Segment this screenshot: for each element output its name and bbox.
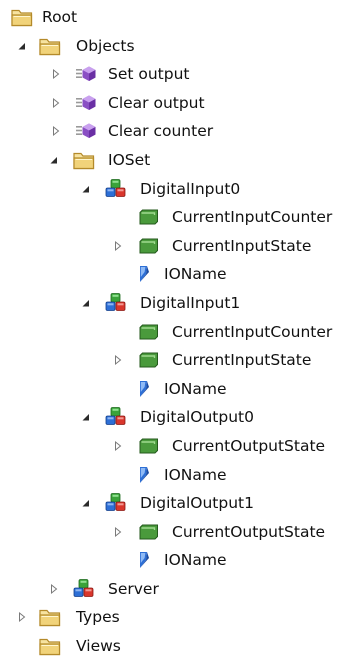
tree-node-label: Clear counter (108, 122, 214, 141)
collapsed-arrow-icon[interactable] (112, 353, 124, 367)
method-icon (74, 63, 98, 85)
collapsed-arrow-icon[interactable] (50, 67, 62, 81)
tree-node-label: Views (76, 637, 121, 656)
folder-icon (10, 6, 34, 28)
tree-node-clear-counter[interactable]: Clear counter (0, 117, 353, 146)
folder-icon (38, 35, 62, 57)
tree-node-label: Types (76, 608, 120, 627)
tree-node-current-input-state[interactable]: CurrentInputState (0, 232, 353, 261)
tree-node-root[interactable]: Root (0, 3, 353, 32)
tree-node-label: DigitalOutput1 (140, 494, 254, 513)
property-icon (134, 549, 158, 571)
tree-node-label: IOName (164, 465, 227, 484)
collapsed-arrow-icon[interactable] (50, 96, 62, 110)
variable-icon (136, 349, 160, 371)
tree-node-label: IOName (164, 551, 227, 570)
collapsed-arrow-icon[interactable] (112, 239, 124, 253)
property-icon (134, 464, 158, 486)
collapsed-arrow-icon[interactable] (16, 610, 28, 624)
tree-node-digital-input-1[interactable]: DigitalInput1 (0, 289, 353, 318)
object-icon (72, 578, 96, 600)
tree-node-current-input-counter[interactable]: CurrentInputCounter (0, 203, 353, 232)
expanded-arrow-icon[interactable] (80, 182, 92, 196)
variable-icon (136, 435, 160, 457)
tree-node-io-name[interactable]: IOName (0, 546, 353, 575)
tree-node-label: Set output (108, 65, 190, 84)
tree-node-label: Clear output (108, 93, 205, 112)
tree-node-current-input-counter[interactable]: CurrentInputCounter (0, 318, 353, 347)
method-icon (74, 120, 98, 142)
tree-node-current-input-state[interactable]: CurrentInputState (0, 346, 353, 375)
tree-node-digital-output-1[interactable]: DigitalOutput1 (0, 489, 353, 518)
tree-node-server[interactable]: Server (0, 575, 353, 604)
variable-icon (136, 206, 160, 228)
object-icon (104, 492, 128, 514)
tree-node-label: DigitalOutput0 (140, 408, 254, 427)
tree-node-label: Root (42, 8, 78, 26)
collapsed-arrow-icon[interactable] (50, 124, 62, 138)
tree-node-digital-output-0[interactable]: DigitalOutput0 (0, 403, 353, 432)
tree-node-digital-input-0[interactable]: DigitalInput0 (0, 175, 353, 204)
tree-node-label: Server (108, 579, 159, 598)
object-icon (104, 406, 128, 428)
tree-node-label: IOName (164, 265, 227, 284)
object-icon (104, 292, 128, 314)
property-icon (134, 378, 158, 400)
tree-node-current-output-state[interactable]: CurrentOutputState (0, 432, 353, 461)
tree-node-label: DigitalInput1 (140, 293, 241, 312)
tree-node-io-name[interactable]: IOName (0, 260, 353, 289)
expanded-arrow-icon[interactable] (80, 296, 92, 310)
tree-node-label: CurrentInputCounter (172, 322, 333, 341)
object-icon (104, 178, 128, 200)
tree-node-io-name[interactable]: IOName (0, 461, 353, 490)
variable-icon (136, 521, 160, 543)
property-icon (134, 263, 158, 285)
method-icon (74, 92, 98, 114)
variable-icon (136, 235, 160, 257)
tree-node-io-name[interactable]: IOName (0, 375, 353, 404)
expanded-arrow-icon[interactable] (48, 153, 60, 167)
collapsed-arrow-icon[interactable] (112, 439, 124, 453)
tree-node-set-output[interactable]: Set output (0, 60, 353, 89)
folder-icon (72, 149, 96, 171)
folder-icon (38, 606, 62, 628)
folder-icon (38, 635, 62, 657)
collapsed-arrow-icon[interactable] (48, 582, 60, 596)
variable-icon (136, 321, 160, 343)
tree-node-label: CurrentInputState (172, 236, 312, 255)
tree-node-views[interactable]: Views (0, 632, 353, 661)
tree-node-label: DigitalInput0 (140, 179, 241, 198)
tree-node-objects[interactable]: Objects (0, 32, 353, 61)
tree-node-label: IOName (164, 379, 227, 398)
tree-node-clear-output[interactable]: Clear output (0, 89, 353, 118)
collapsed-arrow-icon[interactable] (112, 525, 124, 539)
tree-node-label: CurrentInputState (172, 351, 312, 370)
tree-node-current-output-state[interactable]: CurrentOutputState (0, 518, 353, 547)
tree-node-label: Objects (76, 36, 135, 55)
tree-node-label: IOSet (108, 150, 151, 169)
expanded-arrow-icon[interactable] (80, 496, 92, 510)
tree-node-label: CurrentInputCounter (172, 208, 333, 227)
tree-node-ioset[interactable]: IOSet (0, 146, 353, 175)
tree-node-label: CurrentOutputState (172, 522, 326, 541)
tree-node-label: CurrentOutputState (172, 436, 326, 455)
expanded-arrow-icon[interactable] (80, 410, 92, 424)
expanded-arrow-icon[interactable] (16, 39, 28, 53)
address-space-tree: Root Objects Set output Clear output Cle… (0, 3, 353, 661)
tree-node-types[interactable]: Types (0, 603, 353, 632)
